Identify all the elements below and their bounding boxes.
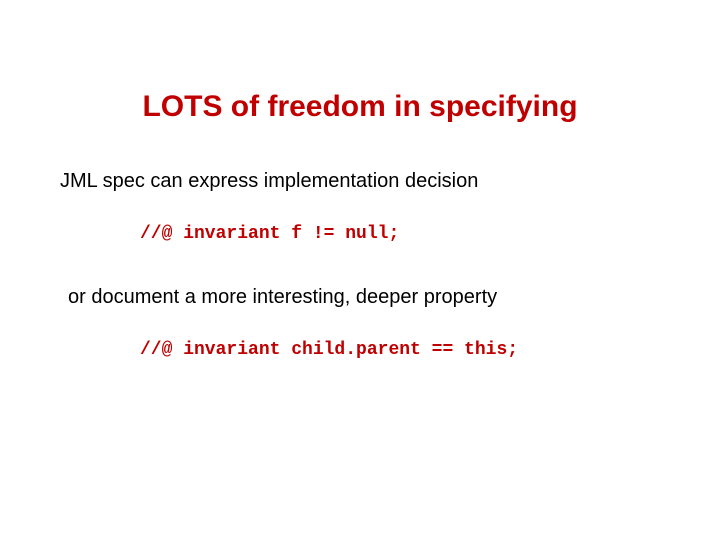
code-snippet-2: //@ invariant child.parent == this; <box>140 340 518 360</box>
body-text-2: or document a more interesting, deeper p… <box>68 286 497 309</box>
body-text-1: JML spec can express implementation deci… <box>60 170 478 193</box>
slide-title: LOTS of freedom in specifying <box>0 90 720 124</box>
slide: LOTS of freedom in specifying JML spec c… <box>0 0 720 540</box>
code-snippet-1: //@ invariant f != null; <box>140 224 399 244</box>
